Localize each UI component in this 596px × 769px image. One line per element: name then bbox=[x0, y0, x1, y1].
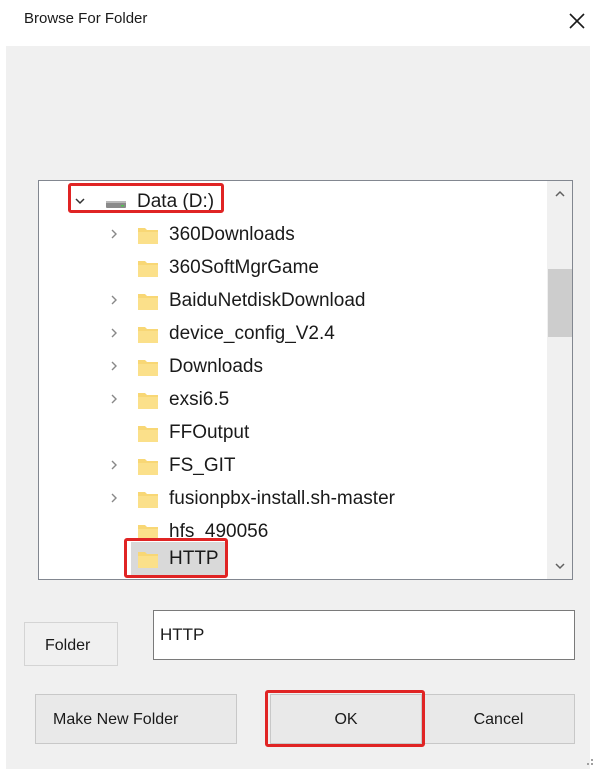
chevron-right-icon[interactable] bbox=[109, 295, 119, 305]
close-button[interactable] bbox=[560, 4, 594, 38]
tree-item-label: hfs_490056 bbox=[169, 521, 269, 542]
folder-tree[interactable]: Data (D:) 360Downloads 360SoftMgrGame Ba… bbox=[38, 180, 573, 580]
chevron-right-icon[interactable] bbox=[109, 229, 119, 239]
tree-row-folder[interactable]: FFOutput bbox=[39, 416, 547, 449]
make-new-folder-label: Make New Folder bbox=[53, 711, 179, 728]
folder-icon bbox=[138, 393, 158, 409]
make-new-folder-button[interactable]: Make New Folder bbox=[35, 694, 237, 744]
vertical-scrollbar[interactable] bbox=[547, 181, 572, 579]
folder-icon bbox=[138, 261, 158, 277]
chevron-right-icon[interactable] bbox=[109, 361, 119, 371]
tree-item-label: BaiduNetdiskDownload bbox=[169, 290, 366, 311]
folder-icon bbox=[138, 459, 158, 475]
tree-item-label: 360SoftMgrGame bbox=[169, 257, 319, 278]
tree-row-folder[interactable]: FS_GIT bbox=[39, 449, 547, 482]
tree-item-label: 360Downloads bbox=[169, 224, 295, 245]
ok-button[interactable]: OK bbox=[270, 694, 422, 744]
scroll-up-button[interactable] bbox=[547, 181, 572, 207]
tree-row-folder[interactable]: device_config_V2.4 bbox=[39, 317, 547, 350]
cancel-button[interactable]: Cancel bbox=[422, 694, 575, 744]
folder-icon bbox=[138, 492, 158, 508]
scroll-down-button[interactable] bbox=[547, 553, 572, 579]
cancel-label: Cancel bbox=[473, 711, 524, 728]
tree-row-folder[interactable]: fusionpbx-install.sh-master bbox=[39, 482, 547, 515]
tree-row-folder[interactable]: Downloads bbox=[39, 350, 547, 383]
tree-row-folder[interactable]: BaiduNetdiskDownload bbox=[39, 284, 547, 317]
chevron-right-icon[interactable] bbox=[109, 328, 119, 338]
folder-label-text: Folder bbox=[45, 637, 91, 654]
tree-item-label: HTTP bbox=[169, 548, 219, 569]
folder-icon bbox=[138, 360, 158, 376]
chevron-down-icon[interactable] bbox=[75, 196, 85, 206]
chevron-down-icon bbox=[555, 563, 565, 570]
tree-row-folder[interactable]: 360SoftMgrGame bbox=[39, 251, 547, 284]
tree-row-folder[interactable]: 360Downloads bbox=[39, 218, 547, 251]
ok-label: OK bbox=[334, 711, 358, 728]
tree-item-label: Data (D:) bbox=[137, 191, 215, 212]
folder-icon bbox=[138, 426, 158, 442]
folder-input[interactable] bbox=[153, 610, 575, 660]
close-icon bbox=[569, 13, 585, 29]
dialog-title: Browse For Folder bbox=[24, 10, 148, 27]
tree-row-drive[interactable]: Data (D:) bbox=[39, 185, 547, 218]
tree-item-label: fusionpbx-install.sh-master bbox=[169, 488, 395, 509]
tree-row-folder[interactable]: exsi6.5 bbox=[39, 383, 547, 416]
tree-row-selected[interactable]: HTTP bbox=[39, 542, 547, 575]
folder-icon bbox=[138, 552, 158, 568]
scroll-thumb[interactable] bbox=[548, 269, 572, 337]
tree-item-label: FFOutput bbox=[169, 422, 250, 443]
chevron-right-icon[interactable] bbox=[109, 394, 119, 404]
title-bar: Browse For Folder bbox=[0, 0, 596, 42]
tree-item-label: exsi6.5 bbox=[169, 389, 230, 410]
resize-grip-icon[interactable] bbox=[582, 754, 594, 766]
drive-icon bbox=[106, 201, 126, 208]
tree-item-label: Downloads bbox=[169, 356, 263, 377]
tree-item-label: device_config_V2.4 bbox=[169, 323, 335, 344]
folder-icon bbox=[138, 525, 158, 541]
tree-item-label: FS_GIT bbox=[169, 455, 236, 476]
folder-icon bbox=[138, 228, 158, 244]
folder-icon bbox=[138, 294, 158, 310]
chevron-up-icon bbox=[555, 190, 565, 197]
folder-icon bbox=[138, 327, 158, 343]
folder-label: Folder bbox=[24, 622, 118, 666]
chevron-right-icon[interactable] bbox=[109, 460, 119, 470]
chevron-right-icon[interactable] bbox=[109, 493, 119, 503]
